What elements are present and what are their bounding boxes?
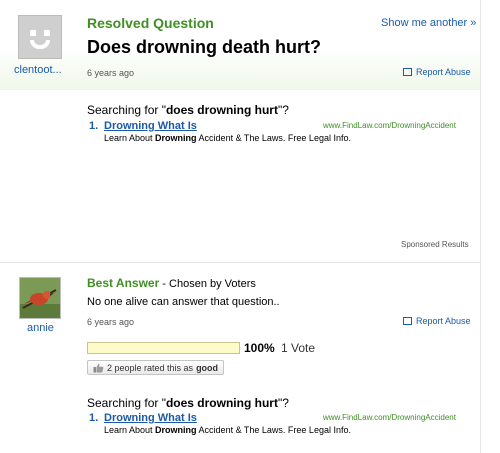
ad-title-link[interactable]: Drowning What Is <box>104 412 197 424</box>
ad-description: Learn About Drowning Accident & The Laws… <box>104 133 351 143</box>
vote-percent: 100% <box>244 341 275 355</box>
sponsored-results-label: Sponsored Results <box>401 240 469 249</box>
best-answer-heading: Best Answer - Chosen by Voters <box>87 276 256 290</box>
show-another-link[interactable]: Show me another » <box>381 17 476 29</box>
vote-count: 1 Vote <box>281 341 316 355</box>
asker-name-link[interactable]: clentoot... <box>14 64 62 76</box>
ad-title-link[interactable]: Drowning What Is <box>104 120 197 132</box>
rated-good-button[interactable]: 2 people rated this as good <box>87 360 225 375</box>
rated-good-label: good <box>196 362 219 373</box>
thumbs-up-icon <box>93 363 104 372</box>
question-title: Does drowning death hurt? <box>87 37 321 57</box>
answer-time-ago: 6 years ago <box>87 317 135 327</box>
question-time-ago: 6 years ago <box>87 68 135 78</box>
report-abuse-link-question[interactable]: Report Abuse <box>403 67 471 77</box>
flag-icon <box>403 317 412 325</box>
ad-url-link[interactable]: www.FindLaw.com/DrowningAccident <box>323 121 456 130</box>
answer-text: No one alive can answer that question.. <box>87 296 280 308</box>
report-abuse-link-answer[interactable]: Report Abuse <box>403 316 471 326</box>
ad-url-link[interactable]: www.FindLaw.com/DrowningAccident <box>323 413 456 422</box>
ad-number: 1. <box>89 120 99 132</box>
ad-number: 1. <box>89 412 99 424</box>
answerer-name-link[interactable]: annie <box>27 322 54 334</box>
report-abuse-label: Report Abuse <box>416 67 471 77</box>
vote-bar <box>87 342 240 354</box>
bird-avatar-icon[interactable] <box>19 277 61 319</box>
sponsored-search-heading: Searching for "does drowning hurt"? <box>87 396 289 410</box>
ad-description: Learn About Drowning Accident & The Laws… <box>104 425 351 435</box>
section-divider <box>0 262 480 263</box>
vote-bar-fill <box>88 343 239 353</box>
report-abuse-label: Report Abuse <box>416 316 471 326</box>
default-avatar-icon[interactable] <box>18 15 62 59</box>
sponsored-search-heading: Searching for "does drowning hurt"? <box>87 103 289 117</box>
flag-icon <box>403 68 412 76</box>
resolved-question-label: Resolved Question <box>87 15 214 31</box>
rated-text: 2 people rated this as <box>107 362 194 373</box>
